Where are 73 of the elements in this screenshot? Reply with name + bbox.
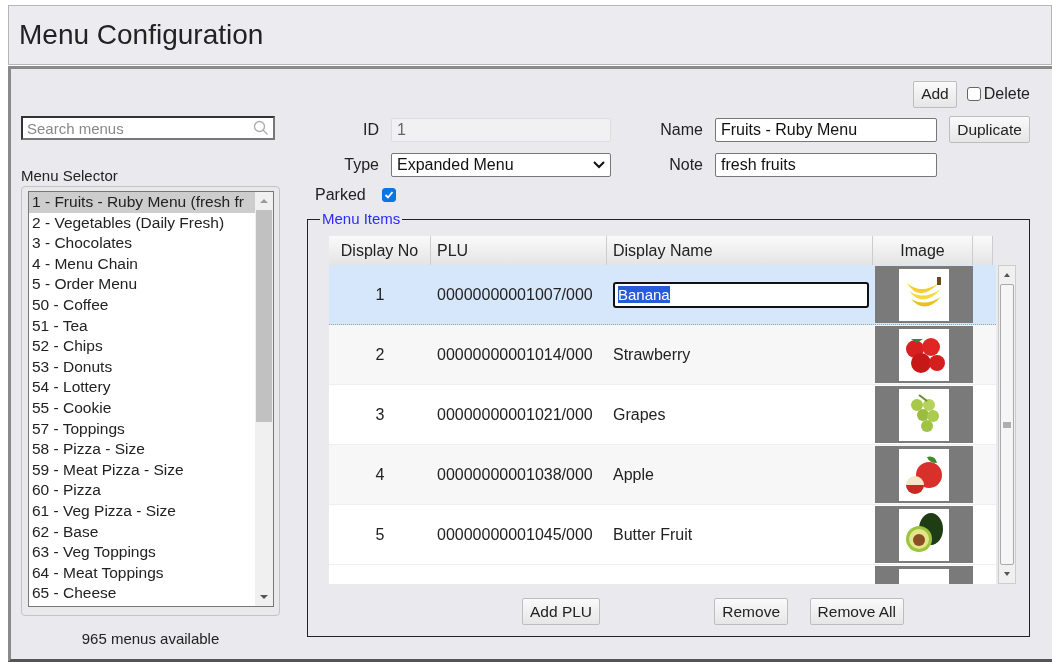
search-icon xyxy=(253,120,269,136)
display-name-field[interactable]: Banana xyxy=(613,281,869,308)
table-cell-text: 00000000001045/000 xyxy=(436,524,594,545)
menu-list-item[interactable]: 59 - Meat Pizza - Size xyxy=(29,459,255,481)
id-label: ID xyxy=(362,120,379,139)
menu-list-item[interactable]: 58 - Pizza - Size xyxy=(29,439,255,460)
menu-list-item[interactable]: 2 - Vegetables (Daily Fresh) xyxy=(29,212,255,234)
column-header[interactable]: Display Name xyxy=(607,236,873,265)
grip-icon xyxy=(1003,420,1011,429)
chevron-down-icon xyxy=(593,161,605,169)
menu-list-item[interactable]: 53 - Donuts xyxy=(29,356,255,378)
table-row[interactable]: 1 00000000001007/000 Banana xyxy=(329,265,996,325)
table-cell-text: 5 xyxy=(374,524,386,545)
parked-checkbox[interactable] xyxy=(381,188,396,202)
name-label: Name xyxy=(659,120,703,139)
add-button[interactable]: Add xyxy=(913,80,957,108)
table-cell-text: 00000000001007/000 xyxy=(436,284,594,305)
menu-list-item[interactable]: 51 - Tea xyxy=(29,315,255,337)
type-label: Type xyxy=(343,156,379,174)
scroll-down-icon[interactable] xyxy=(259,592,269,602)
table-cell-text: 2 xyxy=(374,344,386,365)
table-cell-text: Butter Fruit xyxy=(612,524,694,545)
menu-list-item[interactable]: 62 - Base xyxy=(29,521,255,543)
table-cell-text: 1 xyxy=(374,284,386,305)
menu-list-item[interactable]: 55 - Cookie xyxy=(29,397,255,419)
table-scrollbar[interactable] xyxy=(998,265,1016,584)
menu-selector-label: Menu Selector xyxy=(21,167,119,184)
table-cell-text: 00000000001021/000 xyxy=(436,404,594,425)
menu-count: 965 menus available xyxy=(80,630,221,647)
parked-label: Parked xyxy=(315,186,366,204)
scrollbar-thumb[interactable] xyxy=(256,210,272,422)
menu-list-item[interactable]: 60 - Pizza xyxy=(29,480,255,501)
menu-list-item[interactable]: 65 - Cheese xyxy=(29,583,255,604)
scrollbar[interactable] xyxy=(255,192,273,606)
table-row[interactable]: 2 00000000001014/000 Strawberry xyxy=(329,325,996,385)
add-plu-button[interactable]: Add PLU xyxy=(522,598,601,625)
duplicate-button[interactable]: Duplicate xyxy=(949,116,1030,143)
note-label: Note xyxy=(668,156,703,174)
header-corner xyxy=(973,236,993,265)
remove-button[interactable]: Remove xyxy=(714,598,788,625)
menu-list-item[interactable]: 54 - Lottery xyxy=(29,377,255,398)
menu-list-item[interactable]: 57 - Toppings xyxy=(29,418,255,440)
page-title: Menu Configuration xyxy=(19,19,264,51)
table-row[interactable]: 5 00000000001045/000 Butter Fruit xyxy=(329,505,996,565)
menu-list-item[interactable]: 1 - Fruits - Ruby Menu (fresh fr xyxy=(29,192,255,213)
column-header[interactable]: Image xyxy=(873,236,973,265)
table-row[interactable]: 4 00000000001038/000 Apple xyxy=(329,445,996,505)
column-header[interactable]: PLU xyxy=(431,236,607,265)
menu-list-item[interactable]: 4 - Menu Chain xyxy=(29,253,255,275)
table-cell-text: 3 xyxy=(374,404,386,425)
scrollbar-thumb[interactable] xyxy=(1000,284,1014,565)
note-field[interactable]: fresh fruits xyxy=(715,153,937,177)
remove-all-button[interactable]: Remove All xyxy=(809,598,904,625)
table-cell-text: Grapes xyxy=(612,404,667,425)
delete-checkbox[interactable] xyxy=(966,87,981,101)
menu-list-item[interactable]: 5 - Order Menu xyxy=(29,274,255,295)
menu-list-item[interactable]: 61 - Veg Pizza - Size xyxy=(29,500,255,522)
name-field[interactable]: Fruits - Ruby Menu xyxy=(715,117,937,142)
table-cell-text: 00000000001014/000 xyxy=(436,344,594,365)
menu-list-item[interactable]: 3 - Chocolates xyxy=(29,233,255,254)
table-cell-text: 4 xyxy=(374,464,386,485)
column-header[interactable]: Display No xyxy=(329,236,431,265)
menu-list-item[interactable]: 63 - Veg Toppings xyxy=(29,542,255,563)
menu-list-item[interactable]: 50 - Coffee xyxy=(29,294,255,316)
type-dropdown[interactable]: Expanded Menu xyxy=(391,153,611,177)
table-cell-text: 00000000001038/000 xyxy=(436,464,594,485)
table-cell-text: Strawberry xyxy=(612,344,692,365)
delete-label: Delete xyxy=(983,85,1030,103)
table-row[interactable]: 3 00000000001021/000 Grapes xyxy=(329,385,996,445)
table-cell-text: Apple xyxy=(612,464,655,485)
search-field[interactable]: Search menus xyxy=(21,116,275,140)
menu-list-item[interactable]: 52 - Chips xyxy=(29,336,255,357)
menu-list-item[interactable]: 64 - Meat Toppings xyxy=(29,562,255,584)
